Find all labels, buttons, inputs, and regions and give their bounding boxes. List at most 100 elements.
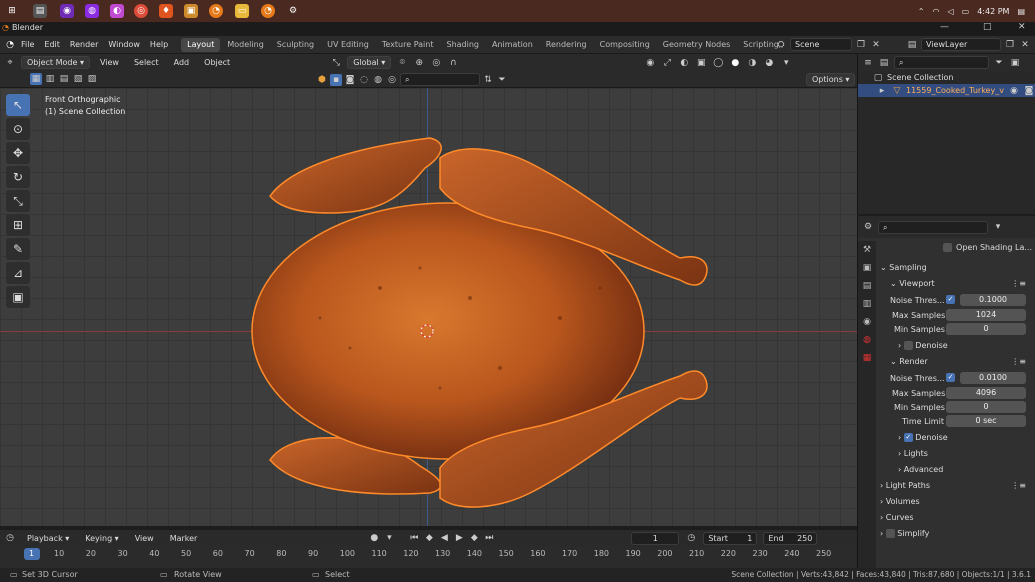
rendered-shading-icon[interactable]: ◕ [763, 57, 775, 69]
battery-icon[interactable]: ▭ [962, 7, 970, 16]
view-layer-name-field[interactable]: ViewLayer [921, 38, 1001, 51]
play-icon[interactable]: ▶ [453, 532, 465, 544]
blender-menu-icon[interactable]: ◔ [4, 39, 16, 51]
render-min-field[interactable]: 0 [946, 401, 1026, 413]
render-noise-field[interactable]: 0.0100 [960, 372, 1026, 384]
file-explorer-icon[interactable]: ▭ [235, 4, 249, 18]
view-layer-icon[interactable]: ▤ [906, 39, 918, 51]
eye-icon[interactable]: ◉ [1008, 85, 1020, 97]
proportional-edit-icon[interactable]: ◎ [430, 57, 442, 69]
simplify-checkbox[interactable] [885, 529, 895, 538]
sort-icon[interactable]: ⇅ [482, 74, 494, 86]
rotate-tool-icon[interactable]: ↻ [6, 166, 30, 188]
properties-editor-icon[interactable]: ⚙ [862, 221, 874, 233]
render-noise-checkbox[interactable]: ✓ [946, 373, 955, 382]
scene-name-field[interactable]: Scene [790, 38, 852, 51]
outliner-row-scene-collection[interactable]: ▢ Scene Collection [858, 71, 1035, 84]
display-mode-icon[interactable]: ▤ [878, 57, 890, 69]
menu-select[interactable]: Select [129, 58, 164, 67]
render-view-icon[interactable]: ◎ [386, 74, 398, 86]
filter-icon[interactable]: ⏷ [496, 74, 508, 86]
properties-options-icon[interactable]: ▾ [992, 221, 1004, 233]
expand-arrow-icon[interactable]: ▸ [876, 85, 888, 97]
volume-icon[interactable]: ◁ [947, 7, 953, 16]
brave-icon[interactable]: ♦ [159, 4, 173, 18]
viewport-denoise-checkbox[interactable] [903, 341, 913, 350]
outliner-search-input[interactable]: ⌕ [894, 56, 989, 69]
tab-shading[interactable]: Shading [440, 38, 485, 52]
maximize-button[interactable]: □ [983, 22, 992, 32]
scene-icon[interactable]: ⛭ [775, 39, 787, 51]
delete-scene-icon[interactable]: ✕ [870, 39, 882, 51]
menu-add[interactable]: Add [169, 58, 195, 67]
chevron-up-icon[interactable]: ⌃ [918, 7, 925, 16]
render-denoise-checkbox[interactable]: ✓ [903, 433, 913, 442]
texture-tab-icon[interactable]: ▦ [858, 349, 876, 367]
sampling-section[interactable]: ⌄ Sampling [880, 260, 1032, 276]
blender-icon-2[interactable]: ◔ [261, 4, 275, 18]
menu-keying[interactable]: Keying ▾ [80, 534, 123, 543]
select-difference-icon[interactable]: ▧ [72, 73, 84, 85]
advanced-subsection[interactable]: › Advanced [880, 462, 1032, 478]
transform-orientation-dropdown[interactable]: Global ▾ [347, 56, 392, 69]
render-denoise-subsection[interactable]: › ✓ Denoise [880, 430, 1032, 446]
output-tab-icon[interactable]: ▤ [858, 277, 876, 295]
render-time-field[interactable]: 0 sec [946, 415, 1026, 427]
snap-icon[interactable]: ⊕ [413, 57, 425, 69]
menu-render[interactable]: Render [65, 40, 103, 49]
select-extend-icon[interactable]: ▥ [44, 73, 56, 85]
tab-texture-paint[interactable]: Texture Paint [376, 38, 440, 52]
tab-geometry-nodes[interactable]: Geometry Nodes [657, 38, 736, 52]
simplify-section[interactable]: › Simplify [880, 526, 1032, 542]
light-paths-section[interactable]: › Light Paths ⋮≡ [880, 478, 1032, 494]
outliner-row-turkey[interactable]: ▸ ▽ 11559_Cooked_Turkey_v ◉ ◙ [858, 84, 1035, 97]
menu-view[interactable]: View [95, 58, 124, 67]
properties-search-input[interactable]: ⌕ [878, 220, 988, 234]
close-button[interactable]: ✕ [1018, 22, 1026, 32]
measure-tool-icon[interactable]: ⊿ [6, 262, 30, 284]
jump-start-icon[interactable]: ⏮ [408, 532, 420, 544]
select-subtract-icon[interactable]: ▤ [58, 73, 70, 85]
scene-tab-icon[interactable]: ◉ [858, 313, 876, 331]
mode-dropdown[interactable]: Object Mode ▾ [21, 56, 90, 69]
wifi-icon[interactable]: ◠ [933, 7, 940, 16]
light-paths-presets-icon[interactable]: ⋮≡ [1011, 478, 1026, 494]
viewport-search-input[interactable]: ⌕ [400, 73, 480, 86]
scale-tool-icon[interactable]: ⤡ [6, 190, 30, 212]
visibility-icon[interactable]: ◉ [644, 57, 656, 69]
move-tool-icon[interactable]: ✥ [6, 142, 30, 164]
timeline-editor-icon[interactable]: ◷ [4, 532, 16, 544]
app-icon-2[interactable]: ◉ [60, 4, 74, 18]
tab-animation[interactable]: Animation [486, 38, 539, 52]
tab-modeling[interactable]: Modeling [221, 38, 269, 52]
object-type-icon[interactable]: ⬢ [316, 74, 328, 86]
viewport-presets-icon[interactable]: ⋮≡ [1011, 276, 1026, 292]
options-dropdown[interactable]: Options ▾ [806, 73, 856, 86]
tab-uv-editing[interactable]: UV Editing [321, 38, 375, 52]
chrome-icon[interactable]: ◎ [134, 4, 148, 18]
solid-shading-icon[interactable]: ● [729, 57, 741, 69]
transform-tool-icon[interactable]: ⊞ [6, 214, 30, 236]
settings-icon[interactable]: ⚙ [286, 4, 300, 18]
annotate-tool-icon[interactable]: ✎ [6, 238, 30, 260]
app-icon-3[interactable]: ◍ [85, 4, 99, 18]
current-frame-field[interactable]: 1 [631, 531, 680, 545]
falloff-icon[interactable]: ∩ [447, 57, 459, 69]
light-view-icon[interactable]: ◌ [358, 74, 370, 86]
outliner-filter-icon[interactable]: ⏷ [993, 57, 1005, 69]
xray-icon[interactable]: ▣ [695, 57, 707, 69]
tab-layout[interactable]: Layout [181, 37, 221, 52]
notification-icon[interactable]: ▤ [1017, 7, 1025, 16]
curves-section[interactable]: › Curves [880, 510, 1032, 526]
outliner-editor-icon[interactable]: ≡ [862, 57, 874, 69]
menu-object[interactable]: Object [199, 58, 235, 67]
record-icon[interactable]: ● [368, 532, 380, 544]
jump-end-icon[interactable]: ⏭ [483, 532, 495, 544]
app-icon-7[interactable]: ▣ [184, 4, 198, 18]
new-collection-icon[interactable]: ▣ [1009, 57, 1021, 69]
pivot-icon[interactable]: ⌾ [396, 57, 408, 69]
play-reverse-icon[interactable]: ◀ [438, 532, 450, 544]
tab-sculpting[interactable]: Sculpting [271, 38, 320, 52]
menu-playback[interactable]: Playback ▾ [22, 534, 74, 543]
windows-start-icon[interactable]: ⊞ [5, 4, 19, 18]
